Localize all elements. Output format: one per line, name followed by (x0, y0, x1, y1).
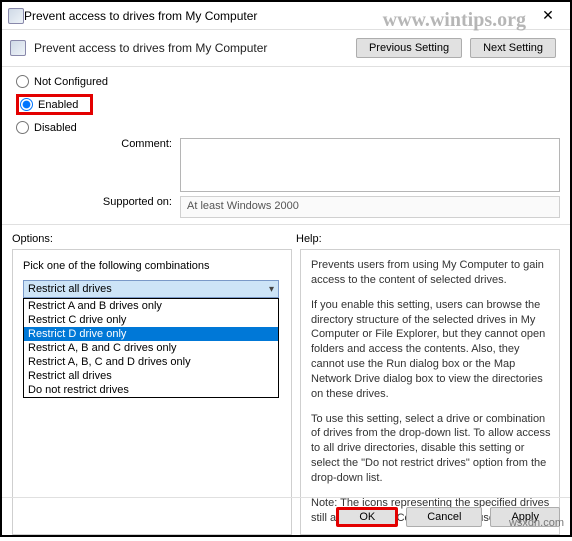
supported-on-label: Supported on: (12, 196, 172, 208)
help-panel: Prevents users from using My Computer to… (300, 249, 560, 535)
radio-enabled-input[interactable] (20, 98, 33, 111)
policy-icon (8, 8, 24, 24)
dropdown-option[interactable]: Restrict D drive only (24, 327, 278, 341)
radio-enabled-label: Enabled (38, 99, 78, 111)
radio-disabled-input[interactable] (16, 121, 29, 134)
close-button[interactable]: ✕ (530, 6, 566, 26)
split-headers: Options: Help: (2, 227, 570, 247)
pick-combination-label: Pick one of the following combinations (23, 260, 281, 272)
dropdown-option[interactable]: Restrict C drive only (24, 313, 278, 327)
radio-enabled[interactable]: Enabled (16, 94, 93, 115)
comment-textarea[interactable] (180, 138, 560, 192)
dropdown-option[interactable]: Do not restrict drives (24, 383, 278, 397)
radio-not-configured[interactable]: Not Configured (16, 75, 172, 88)
drive-restriction-dropdown[interactable]: Restrict all drives ▾ (23, 280, 279, 298)
apply-button[interactable]: Apply (490, 507, 560, 527)
help-paragraph: If you enable this setting, users can br… (311, 298, 551, 402)
options-header: Options: (12, 233, 292, 245)
config-section: Not Configured Enabled Disabled Comment:… (2, 69, 570, 222)
dropdown-option[interactable]: Restrict A and B drives only (24, 299, 278, 313)
ok-button[interactable]: OK (336, 507, 398, 527)
chevron-down-icon: ▾ (269, 284, 274, 295)
help-paragraph: To use this setting, select a drive or c… (311, 412, 551, 486)
dropdown-selected-value: Restrict all drives (28, 283, 112, 295)
dropdown-option[interactable]: Restrict A, B, C and D drives only (24, 355, 278, 369)
policy-title: Prevent access to drives from My Compute… (34, 41, 348, 55)
radio-disabled[interactable]: Disabled (16, 121, 172, 134)
options-panel: Pick one of the following combinations R… (12, 249, 292, 535)
dropdown-option[interactable]: Restrict A, B and C drives only (24, 341, 278, 355)
help-paragraph: Prevents users from using My Computer to… (311, 258, 551, 288)
previous-setting-button[interactable]: Previous Setting (356, 38, 462, 58)
radio-not-configured-label: Not Configured (34, 76, 108, 88)
footer: OK Cancel Apply (2, 497, 570, 535)
radio-disabled-label: Disabled (34, 122, 77, 134)
dropdown-option[interactable]: Restrict all drives (24, 369, 278, 383)
comment-label: Comment: (12, 138, 172, 150)
help-text-scroll[interactable]: Prevents users from using My Computer to… (311, 258, 559, 526)
subheader: Prevent access to drives from My Compute… (2, 30, 570, 64)
drive-restriction-dropdown-list: Restrict A and B drives only Restrict C … (23, 298, 279, 398)
window-title: Prevent access to drives from My Compute… (24, 9, 530, 23)
supported-on-value: At least Windows 2000 (180, 196, 560, 218)
cancel-button[interactable]: Cancel (406, 507, 482, 527)
help-header: Help: (296, 233, 560, 245)
next-setting-button[interactable]: Next Setting (470, 38, 556, 58)
policy-icon (10, 40, 26, 56)
titlebar: Prevent access to drives from My Compute… (2, 2, 570, 30)
radio-not-configured-input[interactable] (16, 75, 29, 88)
